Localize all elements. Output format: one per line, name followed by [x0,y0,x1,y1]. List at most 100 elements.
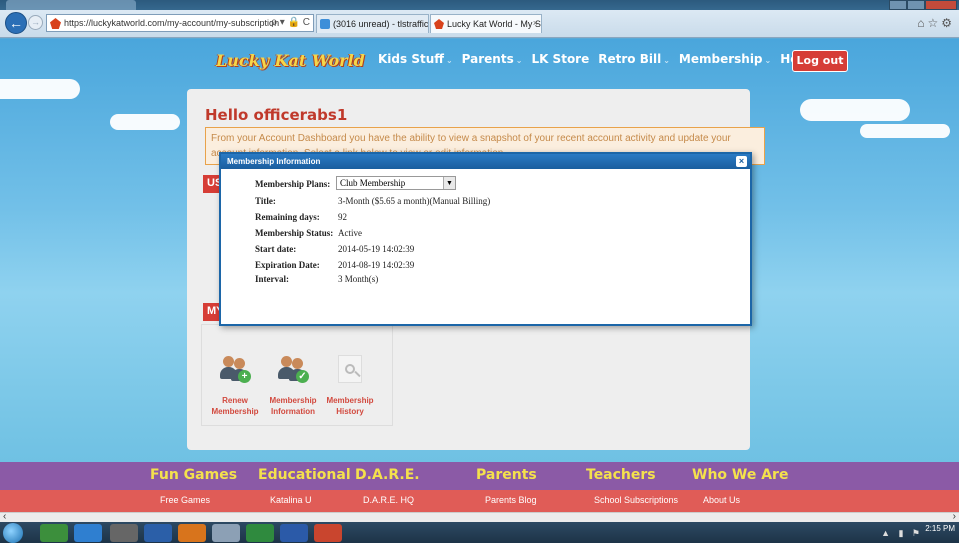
browser-toolbar: ← → https://luckykatworld.com/my-account… [0,10,959,38]
cloud-decoration [110,114,180,130]
action-label: Renew Membership [211,396,259,416]
mail-tab-icon [320,19,330,29]
scroll-left-icon[interactable]: ‹ [3,511,6,522]
taskbar-firefox-icon[interactable] [178,524,206,542]
scroll-right-icon[interactable]: › [953,511,956,522]
titlebar-tab-stub [6,0,136,10]
menu-membership[interactable]: Membership ⌄ [679,52,771,66]
field-value: 3-Month ($5.65 a month)(Manual Billing) [338,196,491,206]
page-title: Hello officerabs1 [205,106,348,124]
address-tools[interactable]: ρ ▾ 🔒 C [271,17,310,28]
menu-label: Parents [461,52,514,66]
footer-link-katalina-u[interactable]: Katalina U [270,495,312,505]
clock[interactable]: 2:15 PM [925,525,955,533]
menu-retro-bill[interactable]: Retro Bill ⌄ [598,52,670,66]
taskbar-chrome-icon[interactable] [314,524,342,542]
chevron-down-icon: ⌄ [663,56,670,65]
window-controls [889,0,957,10]
membership-plans-select[interactable]: Club Membership ▼ [336,176,456,190]
cloud-decoration [800,99,910,121]
site-logo[interactable]: Lucky Kat World [216,51,365,70]
main-menu: Kids Stuff ⌄ Parents ⌄ LK Store Retro Bill… [378,52,829,66]
cloud-decoration [860,124,950,138]
action-label: Membership Information [269,396,317,416]
menu-label: Kids Stuff [378,52,444,66]
menu-lk-store[interactable]: LK Store [531,52,589,66]
field-value: 92 [338,212,347,222]
action-label: Membership History [326,396,374,416]
taskbar-app-icon[interactable] [110,524,138,542]
cloud-decoration [0,79,80,99]
minimize-button[interactable] [889,0,907,10]
renew-membership-link[interactable]: + Renew Membership [210,355,260,417]
maximize-button[interactable] [907,0,925,10]
windows-taskbar: ▲ ▮ ⚑ 2:15 PM [0,522,959,543]
window-titlebar [0,0,959,10]
forward-button[interactable]: → [28,15,43,30]
footer-link-dare-hq[interactable]: D.A.R.E. HQ [363,495,414,505]
field-value: 3 Month(s) [338,274,379,284]
membership-information-link[interactable]: ✓ Membership Information [268,355,318,417]
footer-category-fun-games[interactable]: Fun Games [150,467,237,483]
address-url: https://luckykatworld.com/my-account/my-… [64,18,280,28]
footer-category-dare[interactable]: D.A.R.E. [355,467,420,483]
site-favicon-icon [50,18,61,29]
logout-button[interactable]: Log out [792,50,848,72]
footer-category-parents[interactable]: Parents [476,467,537,483]
footer-category-teachers[interactable]: Teachers [586,467,656,483]
field-value: 2014-05-19 14:02:39 [338,244,415,254]
lucky-kat-tab-icon [434,19,444,29]
dialog-header: Membership Information × [221,154,750,169]
taskbar-word-icon[interactable] [280,524,308,542]
membership-info-users-icon: ✓ [276,355,310,383]
menu-label: Membership [678,52,763,66]
field-value: Active [338,228,362,238]
chevron-down-icon: ▼ [443,177,455,189]
star-icon[interactable]: ☆ [927,16,941,30]
menu-parents[interactable]: Parents ⌄ [462,52,523,66]
address-bar[interactable]: https://luckykatworld.com/my-account/my-… [46,14,314,32]
horizontal-scrollbar[interactable]: ‹ › [0,511,959,522]
site-navigation: Lucky Kat World Kids Stuff ⌄ Parents ⌄ LK … [0,39,959,79]
start-button[interactable] [3,523,23,543]
membership-info-dialog: Membership Information × Membership Plan… [219,152,752,326]
taskbar-excel-icon[interactable] [246,524,274,542]
back-button[interactable]: ← [5,12,27,34]
chevron-down-icon: ⌄ [764,56,772,65]
system-tray-icons[interactable]: ▲ ▮ ⚑ [881,528,923,539]
taskbar-media-icon[interactable] [144,524,172,542]
close-tab-icon[interactable]: × [533,18,538,28]
footer-links: Free Games Katalina U D.A.R.E. HQ Parent… [0,490,959,512]
taskbar-ie-icon[interactable] [74,524,102,542]
chevron-down-icon: ⌄ [445,56,453,65]
footer-link-free-games[interactable]: Free Games [160,495,210,505]
dialog-title: Membership Information [227,157,321,166]
taskbar-users-icon[interactable] [40,524,68,542]
home-icon[interactable]: ⌂ [917,16,927,30]
footer-categories: Fun Games Educational D.A.R.E. Parents T… [0,462,959,490]
footer-category-who-we-are[interactable]: Who We Are [692,467,788,483]
footer-category-educational[interactable]: Educational [258,467,351,483]
menu-kids-stuff[interactable]: Kids Stuff ⌄ [378,52,453,66]
renew-users-icon: + [218,355,252,383]
footer-link-parents-blog[interactable]: Parents Blog [485,495,537,505]
chevron-down-icon: ⌄ [515,56,523,65]
menu-label: LK Store [531,52,590,66]
footer-link-school-subscriptions[interactable]: School Subscriptions [594,495,678,505]
browser-icons: ⌂☆⚙ [917,16,955,30]
membership-history-link[interactable]: Membership History [325,355,375,417]
browser-tab-mail[interactable]: (3016 unread) - tlstraffic@sbcg... [316,14,429,33]
history-magnifier-icon [338,355,362,383]
menu-label: Retro Bill [598,52,662,66]
gear-icon[interactable]: ⚙ [941,16,955,30]
close-window-button[interactable] [925,0,957,10]
field-value: 2014-08-19 14:02:39 [338,260,415,270]
close-icon[interactable]: × [736,156,747,167]
footer-link-about-us[interactable]: About Us [703,495,740,505]
select-value: Club Membership [340,178,406,188]
taskbar-file-icon[interactable] [212,524,240,542]
browser-tab-active[interactable]: Lucky Kat World - My Subs... × [430,14,542,33]
membership-actions: + Renew Membership ✓ Membership Informat… [201,324,393,426]
tab-label: Lucky Kat World - My Subs... [447,19,541,29]
tab-label: (3016 unread) - tlstraffic@sbcg... [333,19,429,29]
